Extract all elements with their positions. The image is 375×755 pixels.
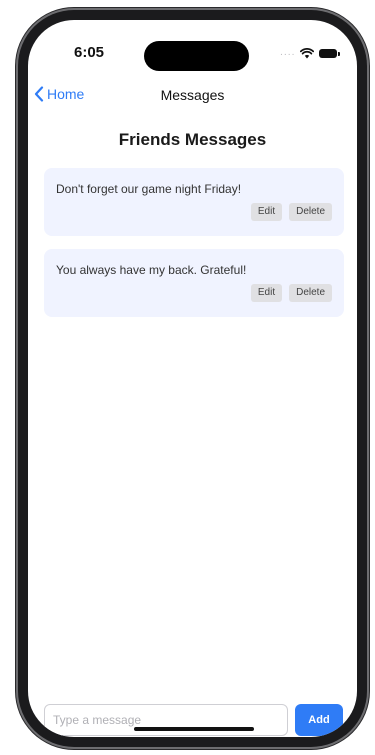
message-text: You always have my back. Grateful! <box>56 263 247 277</box>
message-input[interactable] <box>44 704 288 736</box>
dynamic-island <box>144 41 249 71</box>
nav-title: Messages <box>160 87 225 103</box>
delete-button[interactable]: Delete <box>289 203 332 221</box>
message-actions: Edit Delete <box>250 284 332 302</box>
status-icons: .... <box>280 46 341 60</box>
edit-button[interactable]: Edit <box>250 203 283 221</box>
battery-icon <box>319 48 341 58</box>
phone-frame: 6:05 .... Home Messages Friends Messages… <box>18 10 367 747</box>
message-card: You always have my back. Grateful! Edit … <box>44 249 344 317</box>
edit-button[interactable]: Edit <box>250 284 283 302</box>
message-text: Don't forget our game night Friday! <box>56 182 242 196</box>
wifi-icon <box>300 47 315 58</box>
home-indicator <box>134 727 254 731</box>
signal-icon: .... <box>280 48 296 58</box>
message-card: Don't forget our game night Friday! Edit… <box>44 168 344 236</box>
add-button[interactable]: Add <box>295 704 343 736</box>
device-stage: 6:05 .... Home Messages Friends Messages… <box>0 0 375 755</box>
delete-button[interactable]: Delete <box>289 284 332 302</box>
message-actions: Edit Delete <box>250 203 332 221</box>
page-title: Friends Messages <box>118 130 267 149</box>
phone-screen: 6:05 .... Home Messages Friends Messages… <box>28 20 357 737</box>
status-time: 6:05 <box>74 44 105 61</box>
